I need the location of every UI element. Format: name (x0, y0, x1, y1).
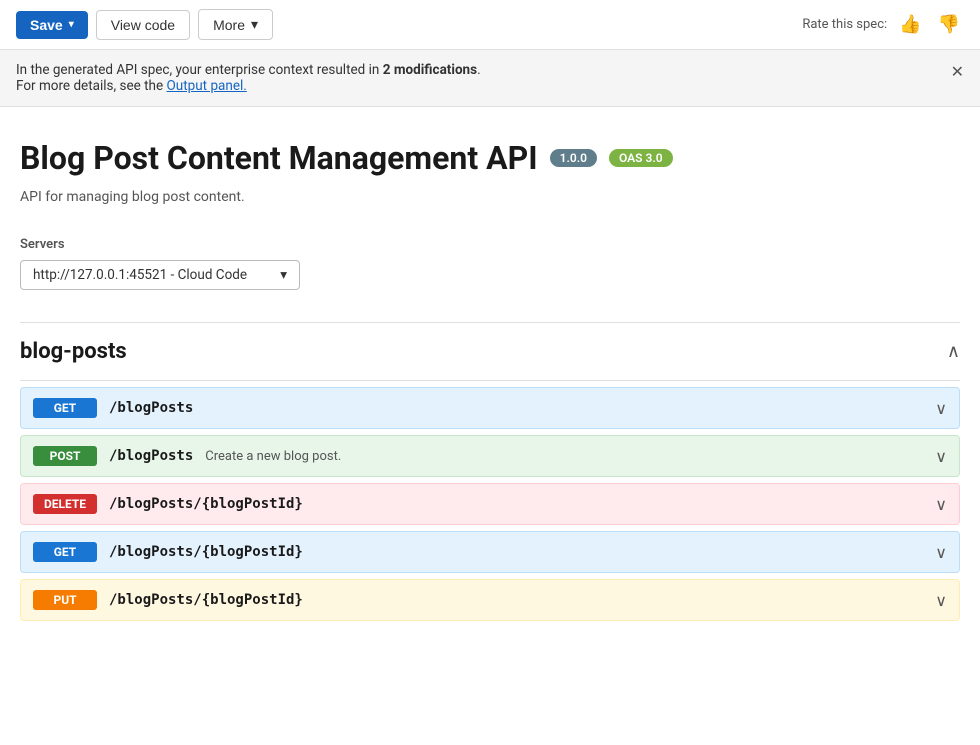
notification-part3: For more details, see the (16, 78, 167, 94)
notification-text: In the generated API spec, your enterpri… (16, 62, 481, 94)
method-badge-get-3: GET (33, 542, 97, 562)
toolbar: Save ▾ View code More ▾ Rate this spec: … (0, 0, 980, 50)
rate-label: Rate this spec: (802, 17, 887, 32)
endpoint-row-inner: GET/blogPosts (33, 398, 935, 418)
version-badge: 1.0.0 (550, 149, 597, 167)
view-code-button[interactable]: View code (96, 10, 190, 40)
more-button[interactable]: More ▾ (198, 9, 273, 40)
endpoint-row-inner: POST/blogPosts Create a new blog post. (33, 446, 935, 466)
endpoint-expand-icon: ∨ (935, 591, 947, 610)
endpoint-list: GET/blogPosts∨POST/blogPostsCreate a new… (20, 387, 960, 621)
endpoint-expand-icon: ∨ (935, 447, 947, 466)
api-title: Blog Post Content Management API (20, 139, 538, 177)
save-chevron-icon: ▾ (69, 19, 74, 30)
servers-dropdown[interactable]: http://127.0.0.1:45521 - Cloud Code ▾ (20, 260, 300, 290)
api-description: API for managing blog post content. (20, 189, 960, 205)
section-header[interactable]: blog-posts ∧ (20, 323, 960, 381)
notification-part1: In the generated API spec, your enterpri… (16, 62, 383, 78)
collapse-icon: ∧ (947, 341, 960, 362)
endpoint-row-inner: DELETE/blogPosts/{blogPostId} (33, 494, 935, 514)
endpoint-row[interactable]: PUT/blogPosts/{blogPostId}∨ (20, 579, 960, 621)
notification-banner: In the generated API spec, your enterpri… (0, 50, 980, 107)
endpoint-path: /blogPosts/{blogPostId} (109, 544, 303, 560)
method-badge-post-1: POST (33, 446, 97, 466)
method-badge-put-4: PUT (33, 590, 97, 610)
more-label: More (213, 17, 245, 33)
servers-selected-value: http://127.0.0.1:45521 - Cloud Code (33, 267, 247, 283)
method-badge-delete-2: DELETE (33, 494, 97, 514)
endpoint-description: Create a new blog post. (205, 449, 341, 464)
api-title-row: Blog Post Content Management API 1.0.0 O… (20, 139, 960, 177)
notification-highlight: 2 modifications (383, 62, 477, 78)
save-button[interactable]: Save ▾ (16, 11, 88, 39)
endpoints-section: blog-posts ∧ GET/blogPosts∨POST/blogPost… (20, 323, 960, 621)
endpoint-path: /blogPosts/{blogPostId} (109, 592, 303, 608)
method-badge-get-0: GET (33, 398, 97, 418)
save-label: Save (30, 17, 63, 33)
endpoint-row[interactable]: GET/blogPosts∨ (20, 387, 960, 429)
endpoint-expand-icon: ∨ (935, 399, 947, 418)
notification-part2: . (477, 62, 481, 78)
servers-chevron-icon: ▾ (280, 267, 287, 283)
thumbs-up-button[interactable]: 👍 (895, 12, 925, 37)
endpoint-path: /blogPosts/{blogPostId} (109, 496, 303, 512)
endpoint-path: /blogPosts (109, 400, 193, 416)
endpoint-expand-icon: ∨ (935, 543, 947, 562)
section-title: blog-posts (20, 339, 127, 364)
endpoint-expand-icon: ∨ (935, 495, 947, 514)
servers-label: Servers (20, 237, 960, 252)
more-chevron-icon: ▾ (251, 16, 258, 33)
endpoint-path: /blogPosts (109, 448, 193, 464)
endpoint-row[interactable]: POST/blogPosts Create a new blog post. ∨ (20, 435, 960, 477)
endpoint-row-inner: PUT/blogPosts/{blogPostId} (33, 590, 935, 610)
output-panel-link[interactable]: Output panel. (167, 78, 247, 94)
thumbs-down-button[interactable]: 👎 (934, 12, 964, 37)
servers-section: Servers http://127.0.0.1:45521 - Cloud C… (20, 237, 960, 290)
main-content: Blog Post Content Management API 1.0.0 O… (0, 107, 980, 647)
endpoint-row[interactable]: GET/blogPosts/{blogPostId}∨ (20, 531, 960, 573)
oas-badge: OAS 3.0 (609, 149, 673, 167)
close-notification-button[interactable]: ✕ (951, 62, 964, 82)
view-code-label: View code (111, 17, 175, 33)
rate-section: Rate this spec: 👍 👎 (802, 12, 964, 37)
endpoint-row-inner: GET/blogPosts/{blogPostId} (33, 542, 935, 562)
endpoint-row[interactable]: DELETE/blogPosts/{blogPostId}∨ (20, 483, 960, 525)
